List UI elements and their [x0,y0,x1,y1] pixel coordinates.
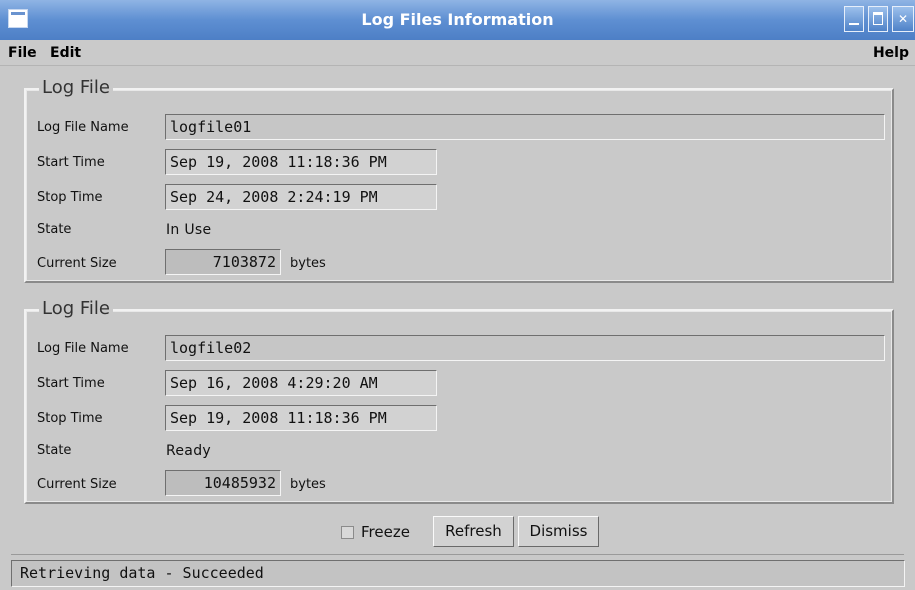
log-file-name-field[interactable]: logfile01 [165,114,885,140]
stop-time-label: Stop Time [37,411,103,426]
log-files-window: Log Files Information ✕ File Edit Help L… [0,0,915,590]
dismiss-button[interactable]: Dismiss [518,516,599,547]
start-time-field[interactable]: Sep 16, 2008 4:29:20 AM [165,370,437,396]
start-time-label: Start Time [37,155,105,170]
status-separator [11,554,904,555]
log-file-group-1: Log File Log File Name logfile01 Start T… [24,77,894,283]
status-bar: Retrieving data - Succeeded [11,560,905,587]
freeze-checkbox[interactable] [341,526,354,539]
close-button[interactable]: ✕ [892,6,914,32]
current-size-field[interactable]: 10485932 [165,470,281,496]
stop-time-field[interactable]: Sep 19, 2008 11:18:36 PM [165,405,437,431]
maximize-button[interactable] [868,6,888,32]
state-label: State [37,222,72,237]
stop-time-field[interactable]: Sep 24, 2008 2:24:19 PM [165,184,437,210]
window-title: Log Files Information [361,10,554,29]
state-label: State [37,443,72,458]
group-legend: Log File [39,77,113,99]
menu-edit[interactable]: Edit [50,45,81,61]
refresh-button[interactable]: Refresh [433,516,514,547]
size-unit: bytes [290,256,326,271]
current-size-field[interactable]: 7103872 [165,249,281,275]
log-file-name-field[interactable]: logfile02 [165,335,885,361]
menu-help[interactable]: Help [873,45,909,61]
size-unit: bytes [290,477,326,492]
state-value: Ready [166,443,211,459]
current-size-label: Current Size [37,477,117,492]
log-file-group-2: Log File Log File Name logfile02 Start T… [24,298,894,504]
start-time-field[interactable]: Sep 19, 2008 11:18:36 PM [165,149,437,175]
log-file-name-label: Log File Name [37,120,129,135]
group-legend: Log File [39,298,113,320]
log-file-name-label: Log File Name [37,341,129,356]
start-time-label: Start Time [37,376,105,391]
current-size-label: Current Size [37,256,117,271]
menu-file[interactable]: File [8,45,37,61]
menu-bar: File Edit Help [0,40,915,66]
minimize-button[interactable] [844,6,864,32]
stop-time-label: Stop Time [37,190,103,205]
state-value: In Use [166,222,212,238]
title-bar[interactable]: Log Files Information ✕ [0,0,915,40]
freeze-label[interactable]: Freeze [361,523,410,541]
